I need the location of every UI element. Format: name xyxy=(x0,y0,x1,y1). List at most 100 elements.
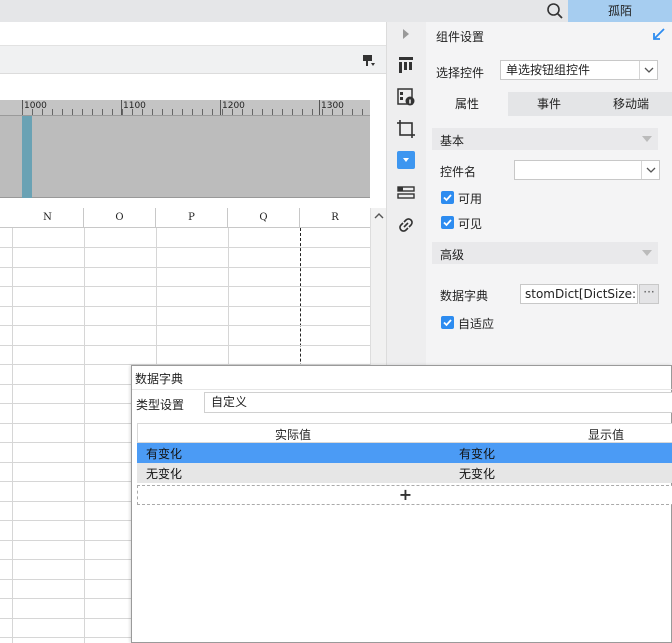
ruler-tick xyxy=(172,109,173,115)
designer-header xyxy=(0,22,386,46)
section-basic[interactable]: 基本 xyxy=(432,128,658,150)
format-painter-icon[interactable] xyxy=(362,54,376,68)
collapse-icon xyxy=(642,250,652,256)
ruler: 1000 1100 1200 1300 xyxy=(0,100,370,116)
cell-actual[interactable]: 无变化 xyxy=(146,465,182,482)
ruler-tick xyxy=(222,109,223,115)
ruler-tick xyxy=(262,109,263,115)
link-icon[interactable] xyxy=(395,214,417,236)
table-header: 实际值 显示值 xyxy=(137,423,672,443)
ruler-tick xyxy=(162,109,163,115)
user-tab[interactable]: 孤陌 xyxy=(568,0,672,22)
ruler-tick xyxy=(332,109,333,115)
tab-bar: 属性 事件 移动端 xyxy=(426,92,672,116)
ruler-tick xyxy=(72,109,73,115)
autofit-label: 自适应 xyxy=(458,317,495,331)
ruler-tick xyxy=(42,109,43,115)
ruler-tick xyxy=(132,109,133,115)
chevron-down-icon[interactable] xyxy=(641,161,659,179)
grid-row-line xyxy=(0,306,370,307)
ruler-tick xyxy=(32,109,33,115)
panel-title: 组件设置 xyxy=(436,30,485,44)
visible-checkbox[interactable] xyxy=(441,216,454,229)
grid-row-line xyxy=(0,286,370,287)
collapse-arrow-icon[interactable] xyxy=(652,27,666,41)
chevron-right-icon[interactable] xyxy=(401,28,411,40)
grid-column-line xyxy=(12,228,13,643)
form-layout-icon[interactable] xyxy=(395,182,417,204)
ruler-tick xyxy=(102,109,103,115)
ruler-tick xyxy=(152,109,153,115)
column-header-n[interactable]: N xyxy=(12,208,84,228)
control-type-value: 单选按钮组控件 xyxy=(506,63,591,77)
ruler-tick xyxy=(52,109,53,115)
cell-actual[interactable]: 有变化 xyxy=(146,445,182,462)
ruler-tick xyxy=(252,109,253,115)
ruler-tick xyxy=(92,109,93,115)
table-row[interactable]: 无变化 无变化 xyxy=(137,463,672,483)
dict-table: 实际值 显示值 有变化 有变化 无变化 无变化 + xyxy=(137,423,672,507)
tab-properties[interactable]: 属性 xyxy=(426,92,508,116)
grid-row-line xyxy=(0,345,370,346)
tab-events[interactable]: 事件 xyxy=(508,92,590,116)
ruler-tick xyxy=(112,109,113,115)
grid-row-line xyxy=(0,325,370,326)
ruler-tick xyxy=(192,109,193,115)
ruler-tick xyxy=(272,109,273,115)
column-header-r[interactable]: R xyxy=(300,208,370,228)
control-type-select[interactable]: 单选按钮组控件 xyxy=(500,60,658,80)
add-row-button[interactable]: + xyxy=(137,485,672,505)
search-icon[interactable] xyxy=(546,2,564,20)
grid-column-line xyxy=(84,228,85,643)
ruler-tick xyxy=(352,109,353,115)
dialog-title: 数据字典 xyxy=(135,372,184,386)
column-header-q[interactable]: Q xyxy=(228,208,300,228)
control-name-field[interactable] xyxy=(514,160,660,180)
column-header-p[interactable]: P xyxy=(156,208,228,228)
ruler-tick xyxy=(292,109,293,115)
ruler-tick xyxy=(62,109,63,115)
type-setting-select[interactable]: 自定义 xyxy=(204,392,672,413)
cell-display[interactable]: 无变化 xyxy=(459,465,495,482)
grid-row-line xyxy=(0,247,370,248)
data-dict-field[interactable]: stomDict[DictSize:2] xyxy=(520,284,638,304)
ruler-label: 1000 xyxy=(24,101,47,111)
data-dict-more-button[interactable]: ··· xyxy=(639,284,659,304)
data-dict-dialog: 数据字典 类型设置 自定义 实际值 显示值 有变化 有变化 无变化 无变化 + xyxy=(131,365,672,643)
table-layout-icon[interactable] xyxy=(395,54,417,76)
column-header-actual[interactable]: 实际值 xyxy=(275,426,311,443)
ruler-tick xyxy=(22,109,23,115)
ruler-tick xyxy=(302,109,303,115)
collapse-icon xyxy=(642,136,652,142)
data-dict-label: 数据字典 xyxy=(440,289,489,303)
visible-label: 可见 xyxy=(458,217,483,231)
canvas-position-marker[interactable] xyxy=(22,116,32,198)
chevron-up-icon[interactable] xyxy=(373,210,385,222)
type-setting-label: 类型设置 xyxy=(136,398,185,412)
column-header-display[interactable]: 显示值 xyxy=(588,426,624,443)
column-header-row: N O P Q R xyxy=(0,208,370,228)
widget-info-icon[interactable] xyxy=(395,86,417,108)
dropdown-widget-icon[interactable] xyxy=(397,151,415,169)
section-advanced[interactable]: 高级 xyxy=(432,242,658,264)
tab-mobile[interactable]: 移动端 xyxy=(590,92,672,116)
select-control-label: 选择控件 xyxy=(436,66,485,80)
column-header-o[interactable]: O xyxy=(84,208,156,228)
ruler-tick xyxy=(322,109,323,115)
ruler-tick xyxy=(122,109,123,115)
table-row[interactable]: 有变化 有变化 xyxy=(137,443,672,463)
plus-icon: + xyxy=(398,485,413,504)
frame-icon[interactable] xyxy=(395,118,417,140)
design-canvas[interactable] xyxy=(0,116,370,198)
ruler-tick xyxy=(342,109,343,115)
autofit-checkbox[interactable] xyxy=(441,316,454,329)
enabled-checkbox[interactable] xyxy=(441,191,454,204)
ruler-tick xyxy=(232,109,233,115)
ruler-tick xyxy=(202,109,203,115)
chevron-down-icon[interactable] xyxy=(639,61,657,79)
designer-toolbar xyxy=(0,46,386,74)
ruler-tick xyxy=(362,109,363,115)
section-advanced-label: 高级 xyxy=(440,248,465,262)
ruler-tick xyxy=(212,109,213,115)
cell-display[interactable]: 有变化 xyxy=(459,445,495,462)
